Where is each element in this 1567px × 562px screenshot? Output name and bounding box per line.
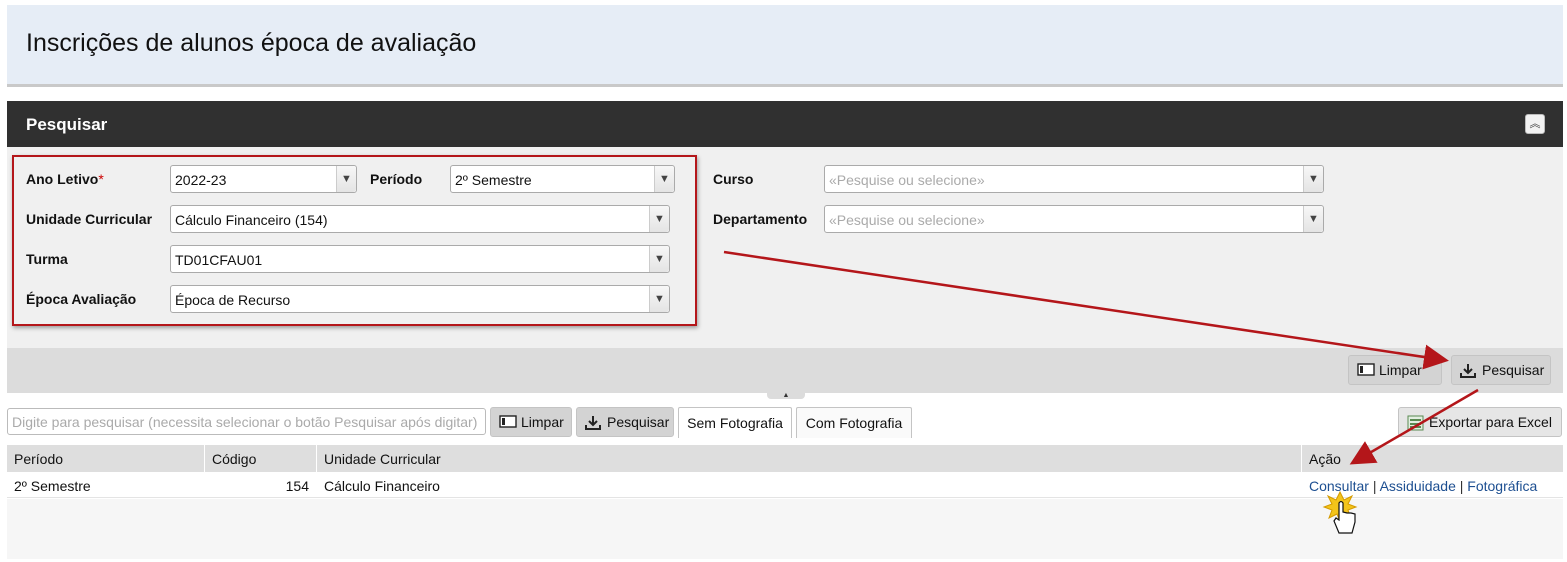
departamento-select[interactable]: «Pesquise ou selecione» ▼ [824,205,1324,233]
action-separator: | [1459,478,1464,494]
departamento-placeholder: «Pesquise ou selecione» [829,212,985,228]
column-separator [204,445,205,472]
cell-acao: Consultar | Assiduidade | Fotográfica [1309,478,1537,494]
grid-search-input[interactable]: Digite para pesquisar (necessita selecio… [7,408,486,435]
cell-unidade-curricular: Cálculo Financeiro [324,478,440,494]
table-empty-area [7,499,1563,559]
page-header: Inscrições de alunos época de avaliação [7,5,1563,87]
table-header: Período Código Unidade Curricular Ação [7,445,1563,472]
action-separator: | [1372,478,1377,494]
double-chevron-up-icon[interactable]: ︽ [1525,114,1545,134]
fotografica-link[interactable]: Fotográfica [1467,478,1537,494]
eraser-icon [499,415,517,428]
col-acao[interactable]: Ação [1309,451,1341,467]
cell-codigo: 154 [285,478,309,494]
excel-icon [1407,415,1424,431]
chevron-down-icon[interactable]: ▼ [1303,206,1323,232]
grid-pesquisar-label: Pesquisar [607,414,670,430]
assiduidade-link[interactable]: Assiduidade [1380,478,1456,494]
tab-sem-fotografia[interactable]: Sem Fotografia [678,407,792,438]
page-title: Inscrições de alunos época de avaliação [26,29,477,57]
pesquisar-button[interactable]: Pesquisar [1451,355,1551,385]
column-separator [1301,445,1302,472]
download-icon [1460,364,1476,378]
limpar-label: Limpar [1379,362,1422,378]
pesquisar-label: Pesquisar [1482,362,1545,378]
grid-pesquisar-button[interactable]: Pesquisar [576,407,674,437]
col-periodo[interactable]: Período [14,451,63,467]
column-separator [316,445,317,472]
curso-label: Curso [713,171,754,187]
search-panel-title: Pesquisar [26,115,108,134]
form-action-bar [7,348,1563,393]
cell-periodo: 2º Semestre [14,478,91,494]
col-unidade-curricular[interactable]: Unidade Curricular [324,451,441,467]
col-codigo[interactable]: Código [212,451,256,467]
search-panel-header: Pesquisar ︽ [7,101,1563,147]
download-icon [585,416,601,430]
consultar-link[interactable]: Consultar [1309,478,1369,494]
limpar-button[interactable]: Limpar [1348,355,1442,385]
grid-limpar-label: Limpar [521,414,564,430]
tab-com-fotografia[interactable]: Com Fotografia [796,407,912,438]
splitter-handle[interactable]: ▲ [767,392,805,399]
departamento-label: Departamento [713,211,808,227]
annotation-highlight-box [12,155,697,326]
curso-placeholder: «Pesquise ou selecione» [829,172,985,188]
exportar-excel-label: Exportar para Excel [1429,414,1552,430]
grid-limpar-button[interactable]: Limpar [490,407,572,437]
eraser-icon [1357,363,1375,376]
curso-select[interactable]: «Pesquise ou selecione» ▼ [824,165,1324,193]
chevron-down-icon[interactable]: ▼ [1303,166,1323,192]
exportar-excel-button[interactable]: Exportar para Excel [1398,407,1562,437]
table-row: 2º Semestre 154 Cálculo Financeiro Consu… [7,472,1563,498]
